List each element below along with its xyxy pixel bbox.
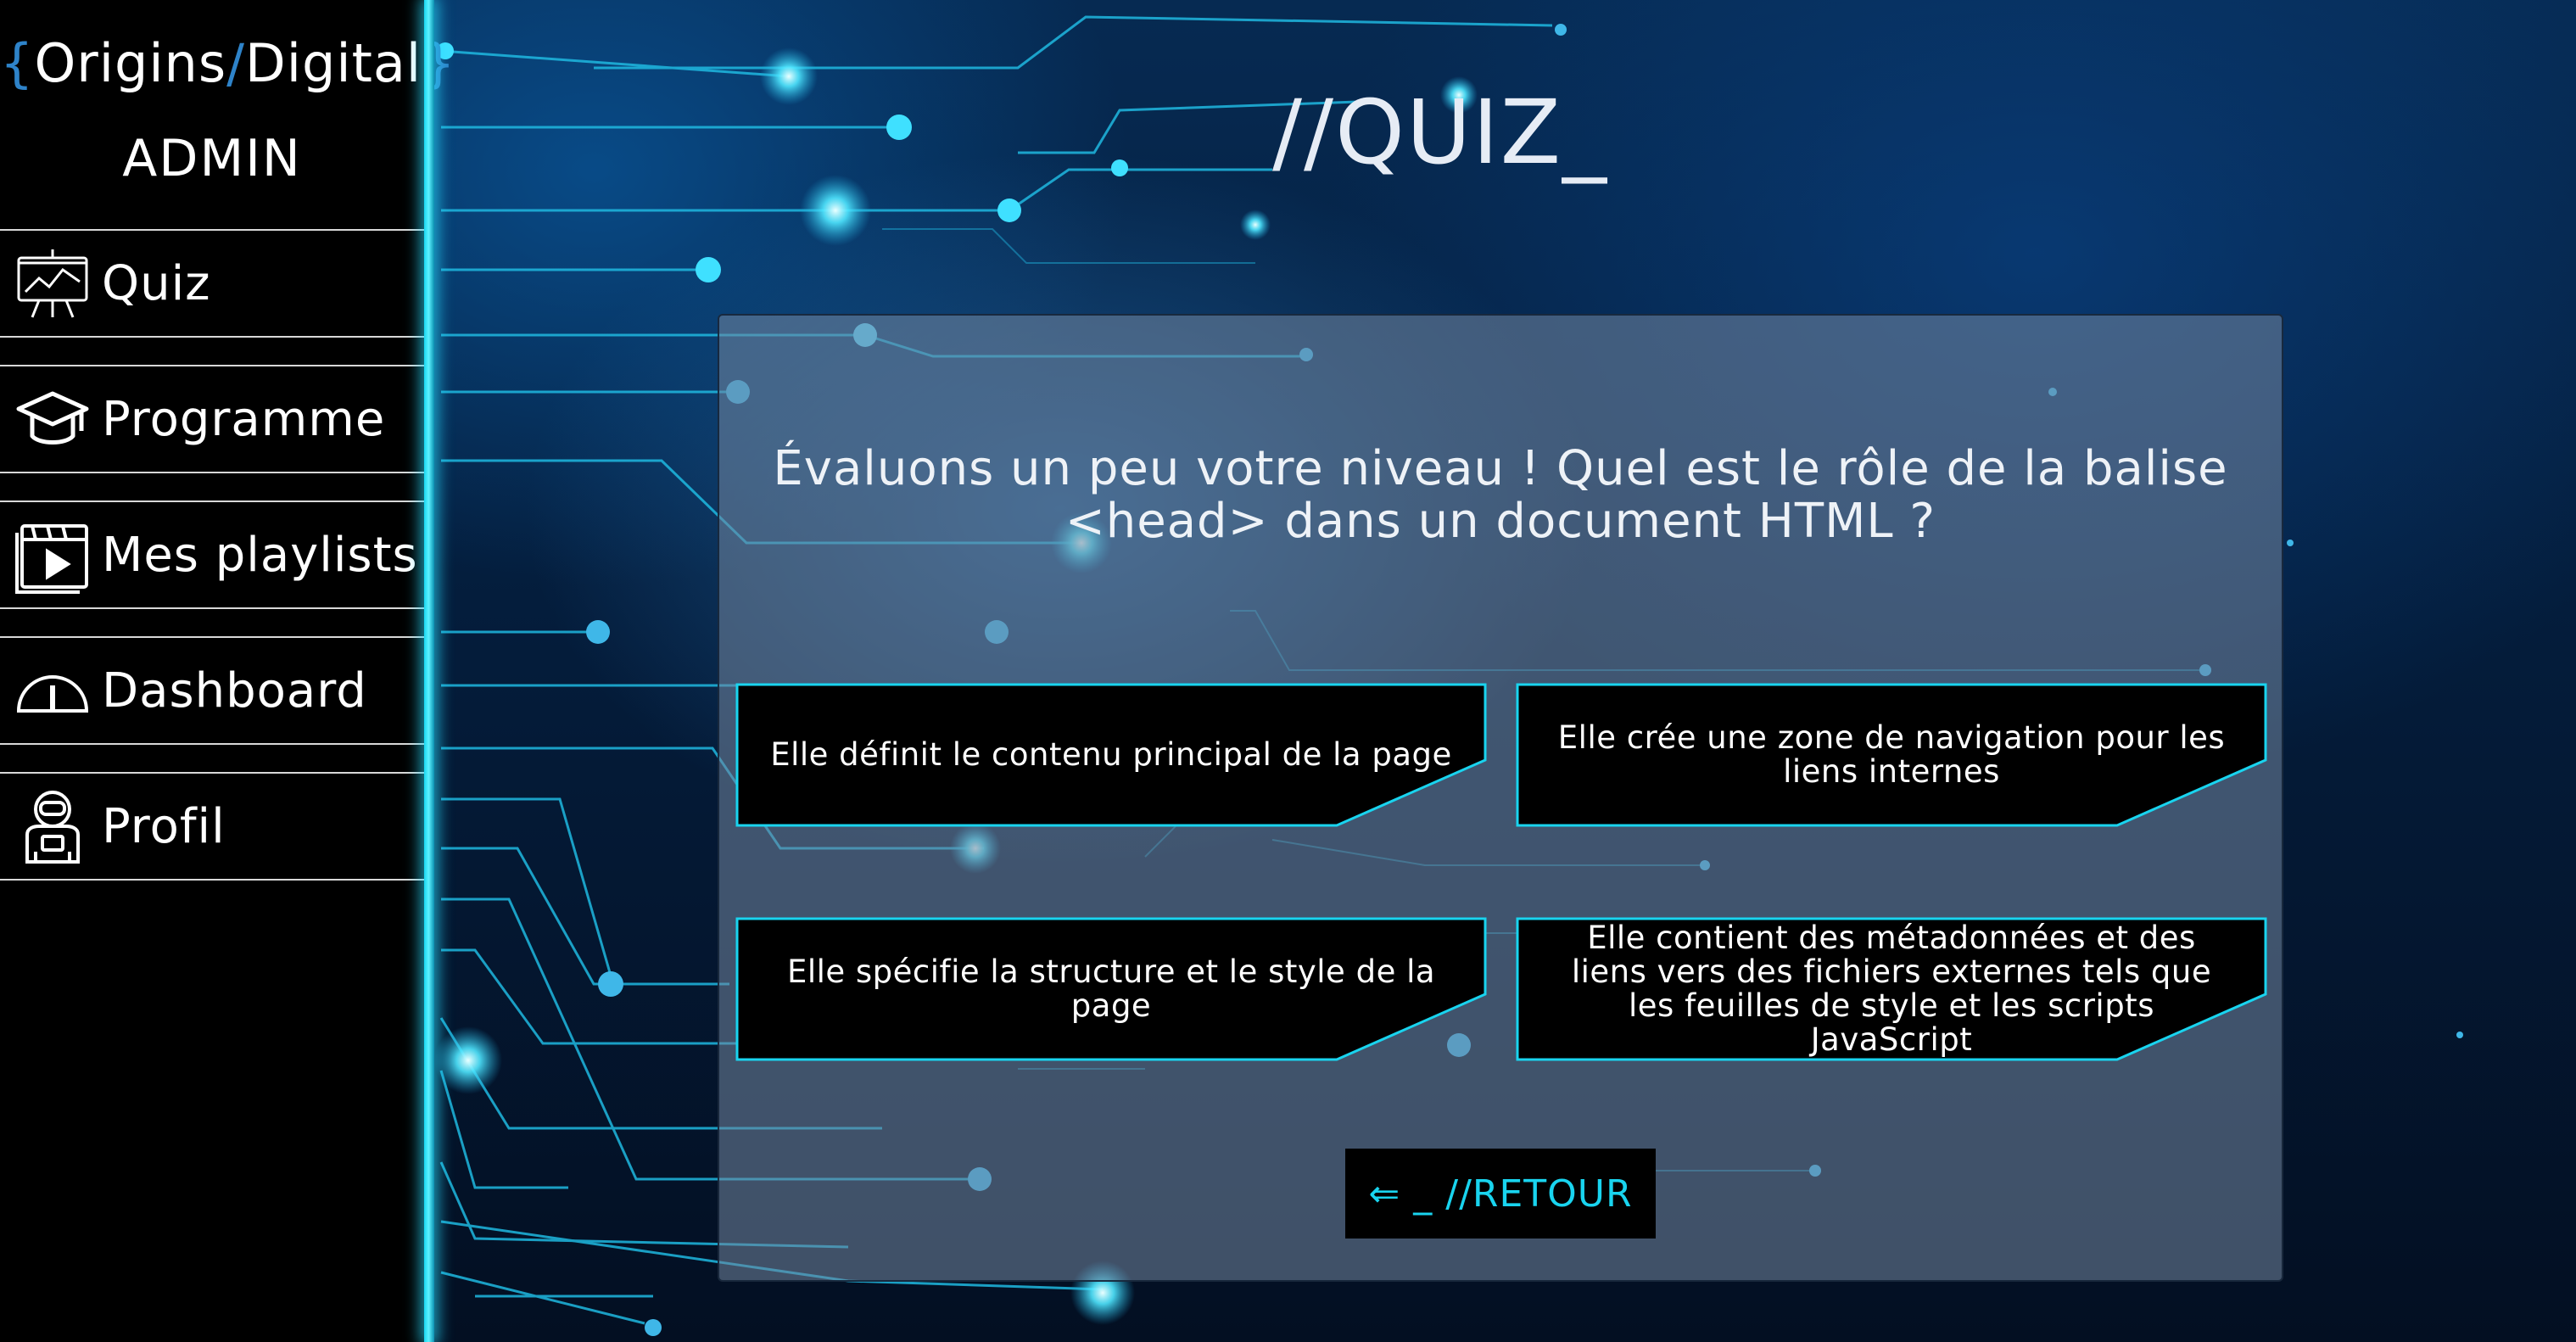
video-playlist-icon bbox=[14, 516, 92, 594]
user-role-label: ADMIN bbox=[122, 129, 302, 188]
sidebar-item-dashboard[interactable]: Dashboard bbox=[0, 636, 424, 745]
answer-option-label: Elle contient des métadonnées et des lie… bbox=[1571, 920, 2212, 1058]
answer-option-label: Elle crée une zone de navigation pour le… bbox=[1557, 719, 2226, 790]
gauge-icon bbox=[14, 651, 92, 730]
sidebar-item-quiz[interactable]: Quiz bbox=[0, 229, 424, 338]
answer-option-label: Elle spécifie la structure et le style d… bbox=[786, 953, 1436, 1024]
sidebar-glow-border bbox=[424, 0, 434, 1342]
brand-name-right: Digital bbox=[245, 32, 422, 94]
astronaut-icon bbox=[14, 787, 92, 865]
graduation-cap-icon bbox=[14, 380, 92, 458]
brand-logo[interactable]: {Origins/Digital} bbox=[0, 32, 455, 94]
quiz-question: Évaluons un peu votre niveau ! Quel est … bbox=[773, 441, 2228, 549]
sidebar: {Origins/Digital} ADMIN Quiz Programme M… bbox=[0, 0, 455, 1342]
quiz-page: {Origins/Digital} ADMIN Quiz Programme M… bbox=[0, 0, 2576, 1342]
back-button[interactable]: ⇐ _ //RETOUR bbox=[1345, 1149, 1656, 1239]
sidebar-nav: Quiz Programme Mes playlists Dashboard P… bbox=[0, 229, 424, 908]
brand-name-left: Origins bbox=[34, 32, 227, 94]
sidebar-item-label: Mes playlists bbox=[102, 527, 418, 583]
sidebar-item-label: Profil bbox=[102, 798, 226, 854]
sidebar-item-playlists[interactable]: Mes playlists bbox=[0, 500, 424, 609]
answer-option-label: Elle définit le contenu principal de la … bbox=[770, 736, 1452, 773]
sidebar-item-profil[interactable]: Profil bbox=[0, 772, 424, 881]
brand-slash: / bbox=[226, 32, 246, 94]
answer-option-2[interactable]: Elle crée une zone de navigation pour le… bbox=[1515, 682, 2268, 828]
presentation-chart-icon bbox=[14, 244, 92, 322]
answer-option-3[interactable]: Elle spécifie la structure et le style d… bbox=[735, 916, 1488, 1062]
quiz-card: Évaluons un peu votre niveau ! Quel est … bbox=[718, 314, 2283, 1282]
sidebar-item-label: Dashboard bbox=[102, 663, 367, 719]
sidebar-item-label: Quiz bbox=[102, 255, 211, 311]
sidebar-item-label: Programme bbox=[102, 391, 386, 447]
answer-option-4[interactable]: Elle contient des métadonnées et des lie… bbox=[1515, 916, 2268, 1062]
page-title: //QUIZ_ bbox=[1272, 81, 1608, 184]
sidebar-item-programme[interactable]: Programme bbox=[0, 365, 424, 473]
answer-option-1[interactable]: Elle définit le contenu principal de la … bbox=[735, 682, 1488, 828]
brand-brace-open: { bbox=[0, 32, 35, 94]
